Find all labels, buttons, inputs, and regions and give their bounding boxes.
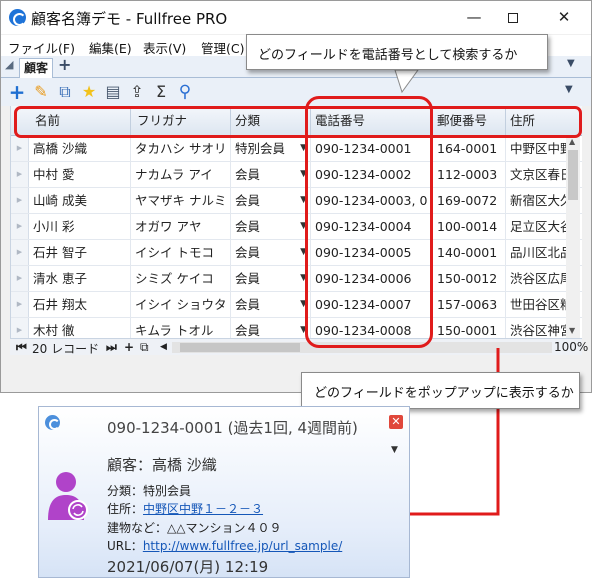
- callout-pointer-top: [394, 69, 419, 94]
- url-label: URL：: [107, 539, 143, 553]
- popup-datetime: 2021/06/07(月) 12:19: [107, 558, 269, 576]
- popup-building: 建物など：△△マンション４０９: [107, 521, 282, 535]
- caller-popup[interactable]: 090-1234-0001 (過去1回, 4週間前) ✕ ▼ 顧客：高橋 沙織 …: [38, 406, 410, 578]
- popup-title: 090-1234-0001 (過去1回, 4週間前): [107, 419, 358, 437]
- callout-phone-field: どのフィールドを電話番号として検索するか: [246, 34, 548, 70]
- popup-customer-name: 顧客：高橋 沙織: [107, 456, 217, 474]
- popup-category: 分類：特別会員: [107, 484, 192, 498]
- address-link[interactable]: 中野区中野１－２－３: [143, 502, 263, 516]
- popup-close-button[interactable]: ✕: [389, 415, 403, 429]
- customer-avatar-icon: [48, 472, 88, 520]
- address-label: 住所：: [107, 502, 144, 516]
- popup-menu-chevron-icon[interactable]: ▼: [391, 445, 398, 455]
- popup-address: 住所：中野区中野１－２－３: [107, 500, 263, 517]
- popup-url: URL：http://www.fullfree.jp/url_sample/: [107, 537, 342, 554]
- app-logo-small-icon: [45, 415, 60, 430]
- callout-popup-fields: どのフィールドをポップアップに表示するか: [301, 372, 580, 409]
- url-link[interactable]: http://www.fullfree.jp/url_sample/: [143, 539, 342, 553]
